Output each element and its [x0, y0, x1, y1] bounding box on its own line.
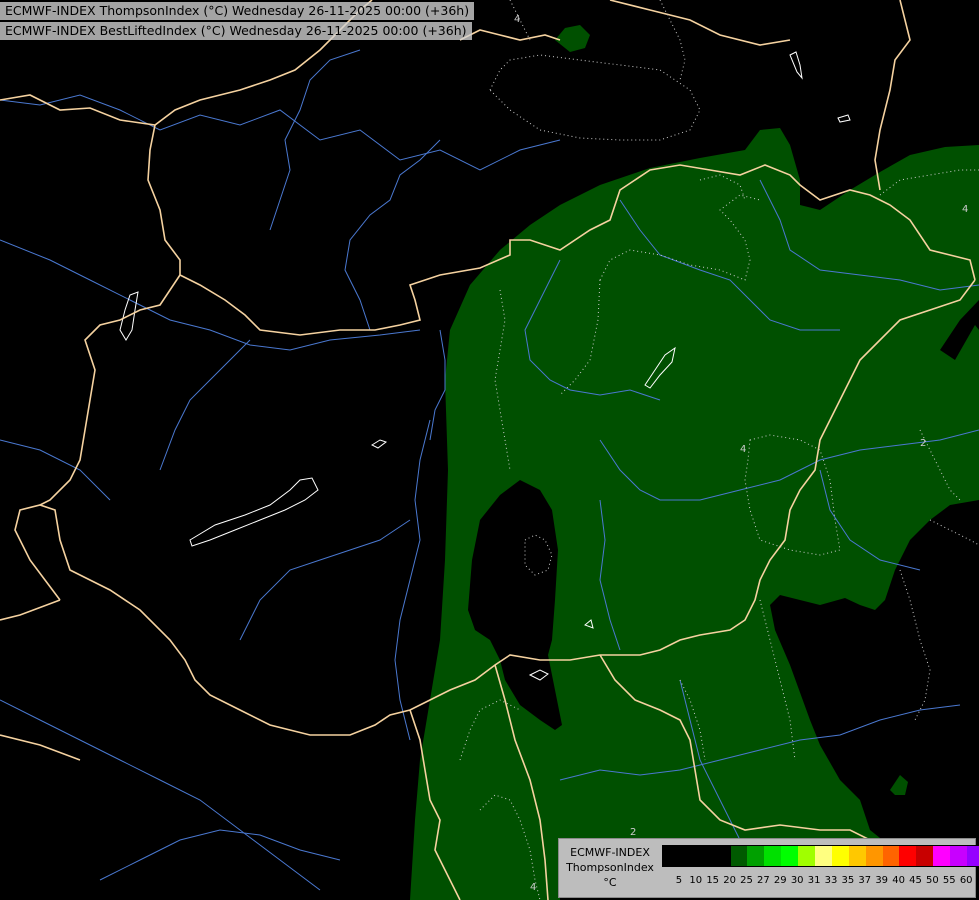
- legend-swatch: [950, 846, 968, 866]
- legend-swatch: [679, 846, 697, 866]
- contour-label: 2: [920, 438, 926, 449]
- legend-swatch: [747, 846, 765, 866]
- legend-tick: 60: [959, 875, 973, 886]
- legend-color-bar: [662, 845, 979, 867]
- legend-tick: 27: [757, 875, 770, 886]
- contour-label: 4: [740, 444, 746, 455]
- legend-title-model: ECMWF-INDEX: [570, 846, 650, 859]
- legend-title: ECMWF-INDEX ThompsonIndex °C: [563, 845, 657, 890]
- legend-swatch: [696, 846, 714, 866]
- legend-swatch: [899, 846, 917, 866]
- weather-map: 4 4 2 4 2 4: [0, 0, 979, 900]
- legend-swatch: [781, 846, 799, 866]
- legend-tick: 29: [773, 875, 787, 886]
- legend-title-variable: ThompsonIndex: [566, 861, 654, 874]
- legend-tick: 39: [875, 875, 889, 886]
- legend-tick: 37: [858, 875, 872, 886]
- legend-tick: 20: [723, 875, 736, 886]
- contour-label: 4: [514, 14, 520, 25]
- legend-swatch: [933, 846, 951, 866]
- map-title-best-lifted-index: ECMWF-INDEX BestLiftedIndex (°C) Wednesd…: [0, 22, 472, 40]
- legend-title-unit: °C: [603, 876, 617, 889]
- legend-swatch: [848, 846, 866, 866]
- legend-tick: 30: [790, 875, 804, 886]
- legend-tick: 55: [942, 875, 956, 886]
- legend-swatch: [713, 846, 731, 866]
- legend-tick: 45: [909, 875, 922, 886]
- contour-label: 4: [962, 204, 968, 215]
- legend-tick: 50: [926, 875, 939, 886]
- legend-swatch: [967, 846, 979, 866]
- legend-tick-labels: 5 10 15 20 25 27 29 30 31 33 35 37 39 40 45 50 55 60: [662, 875, 979, 889]
- legend-tick: 10: [689, 875, 703, 886]
- contour-label: 2: [630, 827, 636, 838]
- legend-swatch: [882, 846, 900, 866]
- legend-swatch: [815, 846, 832, 866]
- legend-tick: 33: [824, 875, 838, 886]
- legend-swatch: [730, 846, 748, 866]
- legend-swatch: [831, 846, 849, 866]
- legend-swatch: [764, 846, 782, 866]
- legend-swatch: [916, 846, 934, 866]
- legend-tick: 25: [740, 875, 753, 886]
- legend-tick: 35: [841, 875, 855, 886]
- map-title-thompson-index: ECMWF-INDEX ThompsonIndex (°C) Wednesday…: [0, 2, 475, 20]
- contour-label: 4: [530, 882, 536, 893]
- legend-swatch: [663, 846, 680, 866]
- legend-tick: 40: [892, 875, 905, 886]
- legend-swatch: [798, 846, 816, 866]
- legend-tick: 5: [675, 875, 683, 886]
- legend-swatch: [865, 846, 883, 866]
- legend-tick: 31: [807, 875, 821, 886]
- color-scale-legend: ECMWF-INDEX ThompsonIndex °C 5 10 15 20 25 27…: [558, 838, 979, 898]
- legend-tick: 15: [706, 875, 720, 886]
